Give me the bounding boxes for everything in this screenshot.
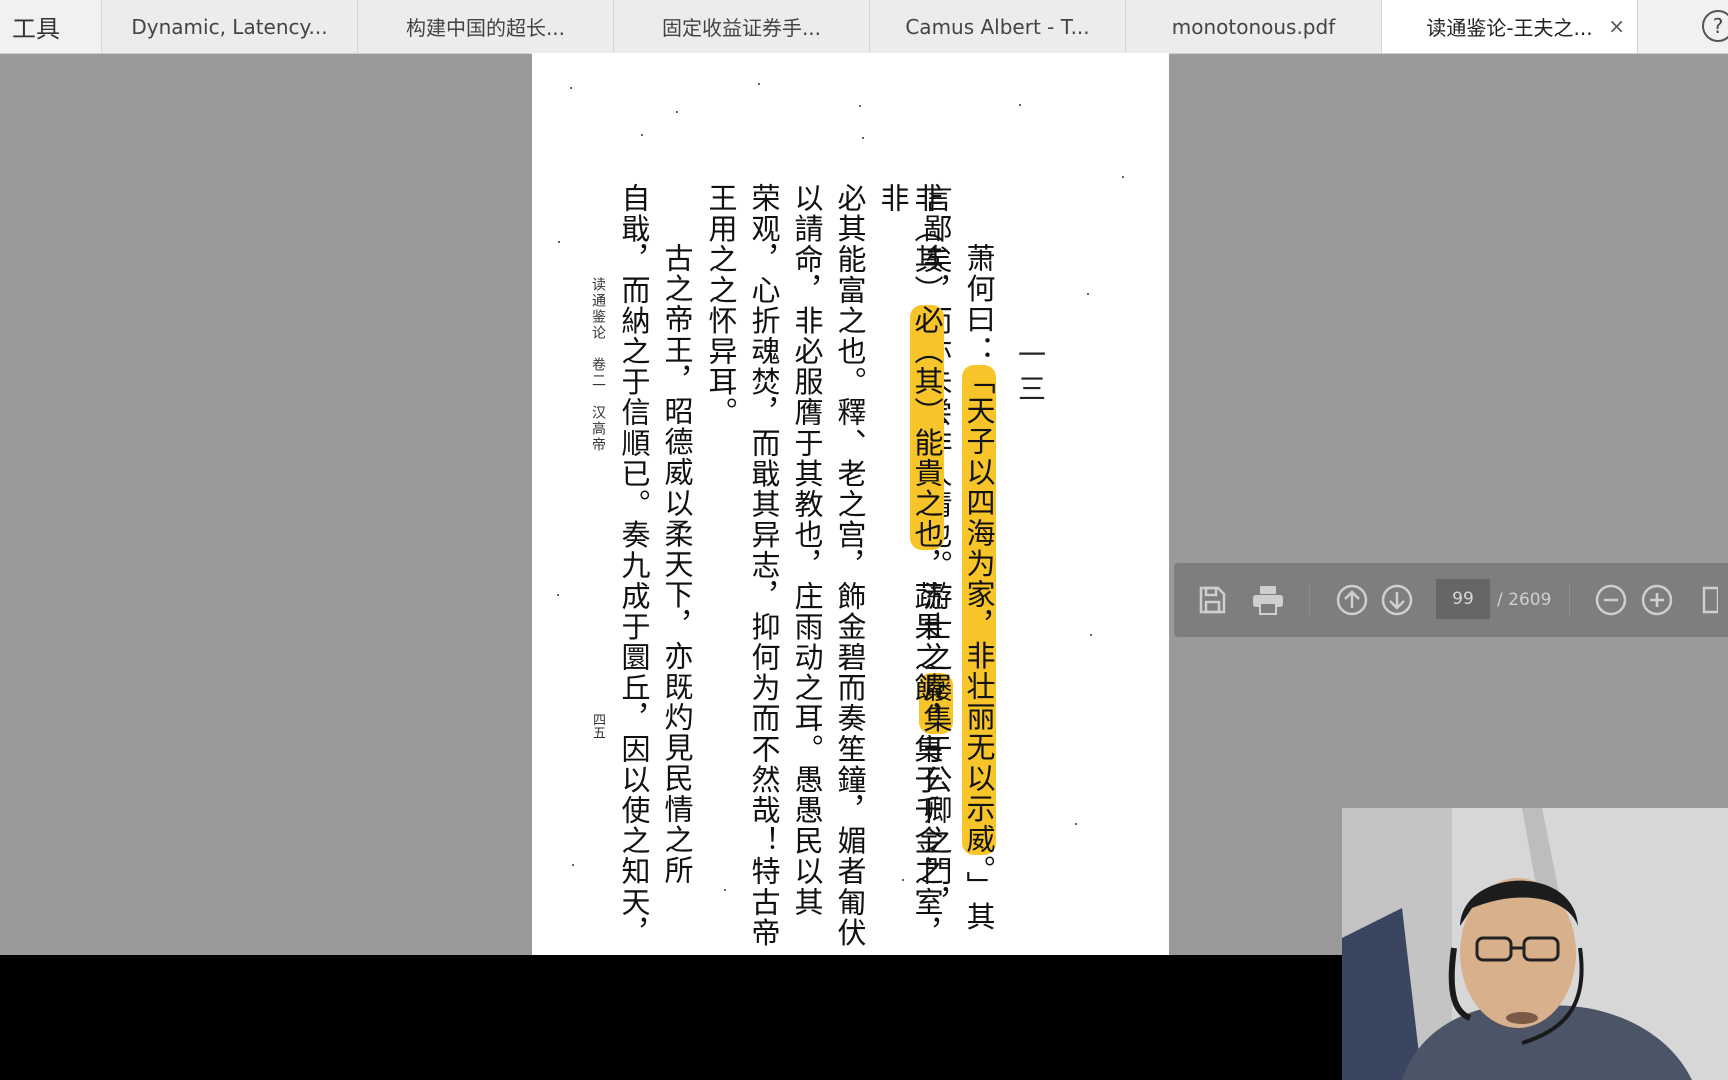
print-icon[interactable] bbox=[1248, 580, 1288, 620]
text-column: 必其能富之也。釋、老之宫，飾金碧而奏笙鐘，媚者匍伏 bbox=[833, 183, 867, 948]
text-column: 自戢，而納之于信順已。奏九成于圜丘，因以使之知天， bbox=[617, 183, 651, 948]
tab-label: 读通鉴论-王夫之... bbox=[1426, 16, 1593, 40]
text-run: 萧何曰： bbox=[962, 243, 996, 366]
save-icon[interactable] bbox=[1192, 580, 1232, 620]
scan-speck bbox=[557, 594, 559, 596]
text-column: 萧何曰：「天子以四海为家，非壮丽无以示威。」其 bbox=[962, 243, 996, 932]
tab-china-ultra-long[interactable]: 构建中国的超长... bbox=[358, 0, 614, 53]
arrow-up-icon[interactable] bbox=[1332, 580, 1372, 620]
scan-speck bbox=[758, 83, 760, 85]
scan-speck bbox=[1075, 823, 1077, 825]
tab-fixed-income[interactable]: 固定收益证券手... bbox=[614, 0, 870, 53]
text-run: 非（其） bbox=[910, 183, 944, 306]
toolbar-separator bbox=[1569, 583, 1570, 617]
tab-bar: 工具 Dynamic, Latency... 构建中国的超长... 固定收益证券… bbox=[0, 0, 1728, 54]
zoom-in-icon[interactable] bbox=[1637, 580, 1677, 620]
tab-dutongjianlun[interactable]: 读通鉴论-王夫之... × bbox=[1382, 0, 1638, 53]
tab-label: Dynamic, Latency... bbox=[131, 14, 328, 39]
text-run: 王用之之怀异耳。 bbox=[704, 183, 738, 428]
scan-speck bbox=[859, 105, 861, 107]
text-run: 。」其 bbox=[962, 855, 996, 933]
text-run: 古之帝王，昭德威以柔天下，亦既灼見民情之所 bbox=[660, 243, 694, 886]
scan-speck bbox=[570, 87, 572, 89]
scan-speck bbox=[1090, 634, 1092, 636]
tab-label: 固定收益证券手... bbox=[661, 16, 822, 40]
tab-label: 构建中国的超长... bbox=[405, 16, 566, 40]
webcam-overlay bbox=[1342, 808, 1728, 1080]
zoom-out-icon[interactable] bbox=[1591, 580, 1631, 620]
arrow-down-icon[interactable] bbox=[1377, 580, 1417, 620]
scan-speck bbox=[1122, 176, 1124, 178]
running-head: 读通鉴论 卷二 汉高帝 bbox=[590, 277, 606, 453]
scan-speck bbox=[1087, 293, 1089, 295]
scan-speck bbox=[1019, 104, 1021, 106]
page-total: / 2609 bbox=[1497, 590, 1552, 610]
tab-dynamic-latency[interactable]: Dynamic, Latency... bbox=[102, 0, 358, 53]
highlight-mark: 必（其）能貴之也 bbox=[910, 305, 944, 551]
scan-speck bbox=[676, 111, 678, 113]
text-column: 荣观，心折魂焚，而戢其异志，抑何为而不然哉！特古帝 bbox=[747, 183, 781, 948]
page-number-label: 一三 bbox=[1014, 340, 1047, 408]
tab-label: monotonous.pdf bbox=[1171, 14, 1336, 39]
folio: 四五 bbox=[590, 713, 605, 739]
page-view-icon[interactable] bbox=[1688, 580, 1728, 620]
text-run: 必其能富之也。釋、老之宫，飾金碧而奏笙鐘，媚者匍伏 bbox=[833, 183, 867, 948]
text-column: 以請命，非必服膺于其教也，庄雨动之耳。愚愚民以其 bbox=[790, 183, 824, 917]
highlight-mark: 「天子以四海为家，非壮丽无以示威 bbox=[962, 365, 996, 856]
text-column: 王用之之怀异耳。 bbox=[704, 183, 738, 428]
tab-label: Camus Albert - T... bbox=[905, 14, 1090, 39]
help-icon[interactable]: ? bbox=[1702, 10, 1728, 42]
pdf-viewer-toolbar: 99 / 2609 bbox=[1174, 563, 1728, 637]
scan-speck bbox=[558, 241, 560, 243]
pdf-page: 一三 萧何曰：「天子以四海为家，非壮丽无以示威。」其 言鄙矣，而亦未尝非人情也。… bbox=[532, 53, 1169, 955]
toolbar-separator bbox=[1309, 583, 1310, 617]
scan-speck bbox=[641, 134, 643, 136]
text-column: 古之帝王，昭德威以柔天下，亦既灼見民情之所 bbox=[660, 243, 694, 886]
close-tab-icon[interactable]: × bbox=[1608, 14, 1625, 38]
text-column: 非（其）必（其）能貴之也，蔬果之饋，集于千金之室，非 bbox=[876, 183, 944, 955]
webcam-person-image bbox=[1342, 808, 1728, 1080]
tab-camus-albert[interactable]: Camus Albert - T... bbox=[870, 0, 1126, 53]
tools-menu[interactable]: 工具 bbox=[0, 0, 102, 53]
text-run: 自戢，而納之于信順已。奏九成于圜丘，因以使之知天， bbox=[617, 183, 651, 948]
scan-speck bbox=[572, 864, 574, 866]
text-run: 以請命，非必服膺于其教也，庄雨动之耳。愚愚民以其 bbox=[790, 183, 824, 918]
scan-speck bbox=[902, 879, 904, 881]
scan-speck bbox=[724, 889, 726, 891]
text-run: 荣观，心折魂焚，而戢其异志，抑何为而不然哉！特古帝 bbox=[747, 183, 781, 948]
tab-monotonous-pdf[interactable]: monotonous.pdf bbox=[1126, 0, 1382, 53]
scan-speck bbox=[862, 137, 864, 139]
page-number-input[interactable]: 99 bbox=[1436, 579, 1490, 619]
